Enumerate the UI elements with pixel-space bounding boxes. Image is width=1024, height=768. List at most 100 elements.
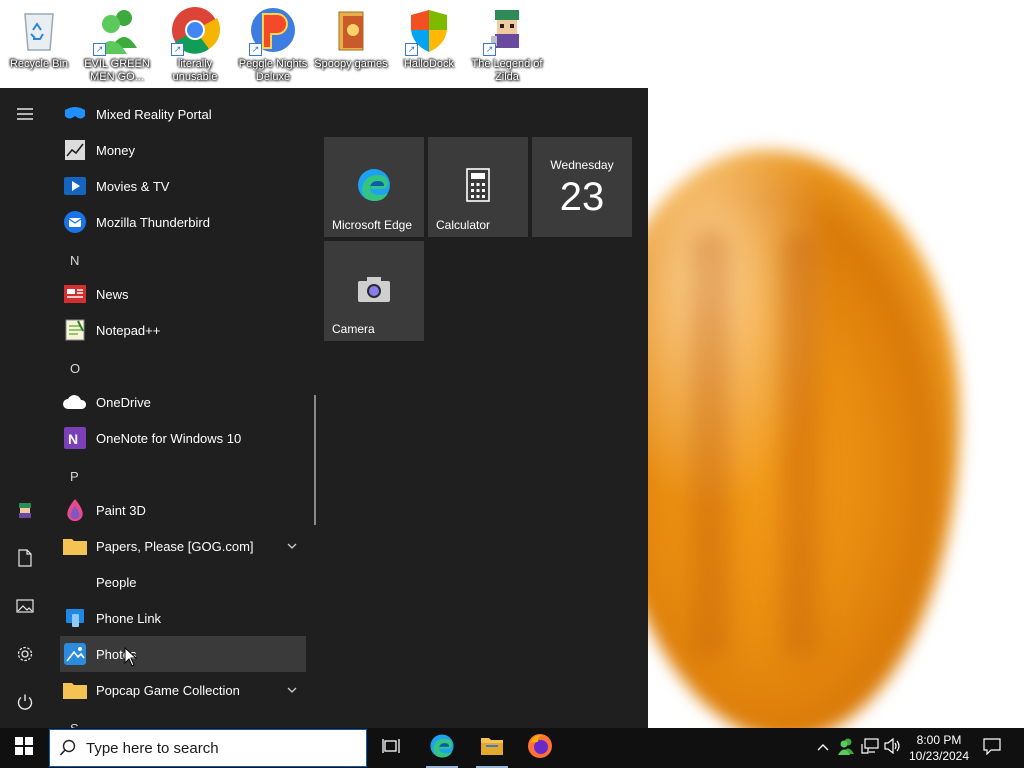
- movies-tv-icon: [62, 173, 88, 199]
- app-item-photos[interactable]: Photos: [60, 636, 306, 672]
- shortcut-arrow-icon: ↗: [93, 43, 106, 56]
- tile-microsoft-edge[interactable]: Microsoft Edge: [324, 137, 424, 237]
- start-button[interactable]: [0, 728, 48, 768]
- chevron-down-icon[interactable]: [284, 538, 300, 554]
- notification-icon: [983, 737, 1001, 760]
- app-item-news[interactable]: News: [60, 276, 306, 312]
- desktop-icon-hallodock[interactable]: ↗ HalloDock: [390, 4, 468, 71]
- app-item-mixed-reality-portal[interactable]: Mixed Reality Portal: [60, 96, 306, 132]
- desktop-icon-evil-green-men[interactable]: ↗ EVIL GREEN MEN GO...: [78, 4, 156, 84]
- tile-camera[interactable]: Camera: [324, 241, 424, 341]
- app-item-onedrive[interactable]: OneDrive: [60, 384, 306, 420]
- green-people-icon: [837, 737, 855, 760]
- app-item-money[interactable]: Money: [60, 132, 306, 168]
- edge-icon: [429, 733, 455, 764]
- app-item-notepadpp[interactable]: Notepad++: [60, 312, 306, 348]
- desktop-icon-recycle-bin[interactable]: Recycle Bin: [0, 4, 78, 71]
- taskbar-search-box[interactable]: Type here to search: [49, 729, 367, 767]
- taskbar-firefox-button[interactable]: [516, 728, 564, 768]
- green-people-icon: ↗: [91, 4, 143, 56]
- money-chart-icon: [62, 137, 88, 163]
- action-center-button[interactable]: [982, 737, 1002, 760]
- taskbar-clock[interactable]: 8:00 PM 10/23/2024: [906, 732, 972, 764]
- calendar-date: 23: [559, 175, 605, 219]
- task-view-button[interactable]: [368, 728, 416, 768]
- pictures-button[interactable]: [0, 586, 50, 630]
- shortcut-arrow-icon: ↗: [171, 43, 184, 56]
- desktop-icon-label: Recycle Bin: [9, 58, 69, 70]
- shortcut-arrow-icon: ↗: [249, 43, 262, 56]
- clock-date: 10/23/2024: [908, 749, 970, 763]
- letter-header-n[interactable]: N: [60, 242, 120, 278]
- wallpaper-stripe: [690, 230, 730, 660]
- desktop-icon-literally-unusable[interactable]: ↗ literally unusable: [156, 4, 234, 84]
- tile-calendar[interactable]: Wednesday 23: [532, 137, 632, 237]
- folder-icon: [62, 677, 88, 703]
- gear-icon: [16, 645, 34, 668]
- app-label: Popcap Game Collection: [96, 682, 240, 698]
- app-item-popcap-game-collection[interactable]: Popcap Game Collection: [60, 672, 306, 708]
- taskbar-file-explorer-button[interactable]: [468, 728, 516, 768]
- camera-icon: [354, 269, 394, 309]
- power-icon: [16, 693, 34, 716]
- documents-button[interactable]: [0, 538, 50, 582]
- app-item-people[interactable]: People: [60, 564, 306, 600]
- desktop-icon-spoopy-games[interactable]: Spoopy games: [312, 4, 390, 71]
- task-view-icon: [382, 738, 402, 759]
- mouse-cursor-icon: [124, 646, 138, 667]
- app-label: Papers, Please [GOG.com]: [96, 538, 254, 554]
- app-list-scrollbar[interactable]: [314, 395, 316, 525]
- desktop-icon-peggle[interactable]: ↗ Peggle Nights Deluxe: [234, 4, 312, 84]
- taskbar-edge-button[interactable]: [418, 728, 466, 768]
- app-item-paint-3d[interactable]: Paint 3D: [60, 492, 306, 528]
- network-icon: [861, 737, 879, 759]
- network-button[interactable]: [860, 737, 880, 759]
- volume-button[interactable]: [883, 737, 903, 759]
- app-item-movies-tv[interactable]: Movies & TV: [60, 168, 306, 204]
- app-label: Notepad++: [96, 322, 161, 338]
- app-label: Mixed Reality Portal: [96, 106, 212, 122]
- app-label: Movies & TV: [96, 178, 170, 194]
- windows-logo-icon: [15, 736, 33, 760]
- desktop-icon-legend-of-zilda[interactable]: ↗ The Legend of Zilda: [468, 4, 546, 84]
- tray-people-button[interactable]: [836, 738, 856, 758]
- folder-icon: [62, 533, 88, 559]
- letter-header-p[interactable]: P: [60, 458, 120, 494]
- app-label: Mozilla Thunderbird: [96, 214, 210, 230]
- app-item-papers-please[interactable]: Papers, Please [GOG.com]: [60, 528, 306, 564]
- account-button[interactable]: [0, 490, 50, 534]
- svg-text:N: N: [68, 431, 78, 447]
- clock-time: 8:00 PM: [916, 733, 962, 747]
- expand-menu-button[interactable]: [0, 94, 50, 138]
- app-label: People: [96, 574, 137, 590]
- edge-icon: [354, 165, 394, 205]
- hamburger-icon: [16, 107, 34, 126]
- people-icon: [62, 569, 88, 595]
- app-label: Phone Link: [96, 610, 162, 626]
- document-icon: [17, 548, 33, 572]
- desktop-icon-label: Peggle Nights Deluxe: [238, 58, 308, 83]
- taskbar: Type here to search 8:00 PM 10/23/2024: [0, 728, 1024, 768]
- pictures-icon: [16, 598, 34, 618]
- letter-header-o[interactable]: O: [60, 350, 120, 386]
- settings-button[interactable]: [0, 634, 50, 678]
- show-hidden-icons-button[interactable]: [813, 738, 833, 758]
- app-label: OneDrive: [96, 394, 151, 410]
- chevron-down-icon[interactable]: [284, 682, 300, 698]
- start-menu: Mixed Reality Portal Money Movies & TV M…: [0, 88, 648, 728]
- tile-calculator[interactable]: Calculator: [428, 137, 528, 237]
- desktop-icon-label: The Legend of Zilda: [471, 58, 543, 83]
- app-item-mozilla-thunderbird[interactable]: Mozilla Thunderbird: [60, 204, 306, 240]
- chevron-up-icon: [816, 739, 830, 757]
- app-item-phone-link[interactable]: Phone Link: [60, 600, 306, 636]
- recycle-bin-icon: [13, 4, 65, 56]
- letter-header-s[interactable]: S: [60, 710, 120, 729]
- power-button[interactable]: [0, 682, 50, 726]
- app-item-onenote[interactable]: N OneNote for Windows 10: [60, 420, 306, 456]
- shortcut-arrow-icon: ↗: [483, 43, 496, 56]
- wallpaper-stripe: [780, 230, 820, 660]
- desktop-icon-label: literally unusable: [172, 58, 218, 83]
- tile-label: Camera: [332, 322, 375, 336]
- speaker-icon: [884, 737, 902, 759]
- app-list: Mixed Reality Portal Money Movies & TV M…: [60, 88, 306, 728]
